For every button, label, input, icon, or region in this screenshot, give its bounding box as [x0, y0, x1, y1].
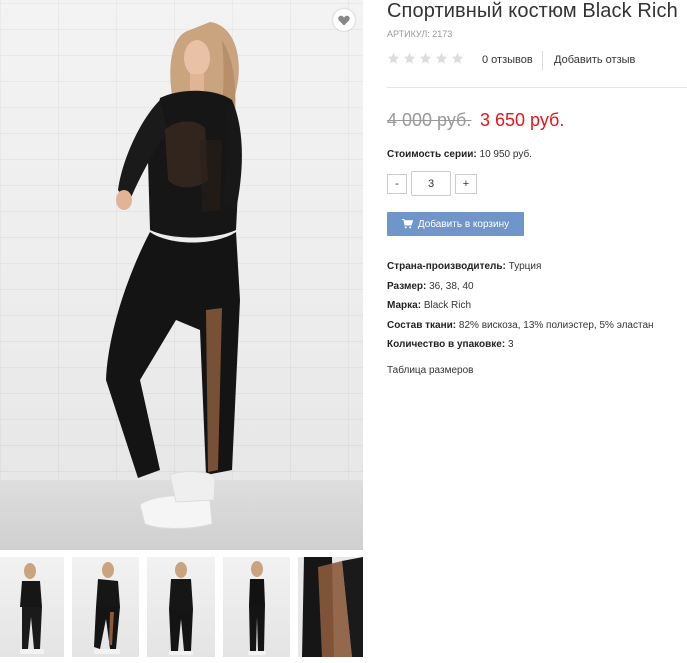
property-pack-quantity: Количество в упаковке: 3 — [387, 335, 654, 355]
property-value: 82% вискоза, 13% полиэстер, 5% эластан — [458, 319, 654, 331]
quantity-increase-button[interactable]: + — [455, 174, 477, 194]
series-cost: Стоимость серии: 10 950 руб. — [387, 149, 532, 160]
thumbnail-3[interactable] — [147, 557, 215, 657]
property-label: Количество в упаковке: — [387, 339, 506, 351]
current-price: 3 650 руб. — [480, 110, 565, 130]
thumbnail-5-image — [298, 557, 363, 657]
favorite-button[interactable] — [333, 9, 355, 31]
product-properties: Страна-производитель: Турция Размер: 36,… — [387, 257, 654, 355]
thumbnail-2-image — [94, 562, 120, 654]
property-value: 36, 38, 40 — [429, 280, 474, 292]
property-label: Марка: — [387, 300, 422, 312]
star-icon[interactable] — [435, 52, 448, 65]
star-icon[interactable] — [451, 52, 464, 65]
property-country: Страна-производитель: Турция — [387, 257, 654, 277]
heart-icon — [338, 15, 350, 25]
product-sku: АРТИКУЛ: 2173 — [387, 29, 453, 39]
property-label: Состав ткани: — [387, 319, 457, 331]
model-figure — [106, 22, 242, 529]
rating-divider — [542, 51, 543, 70]
quantity-decrease-button[interactable]: - — [387, 174, 407, 194]
property-value: Турция — [508, 261, 542, 272]
product-title: Спортивный костюм Black Rich — [387, 0, 678, 22]
property-value: 3 — [507, 339, 514, 351]
old-price: 4 000 руб. — [387, 110, 472, 130]
thumbnail-3-image — [169, 562, 193, 655]
add-to-cart-label: Добавить в корзину — [417, 218, 510, 230]
add-review-link[interactable]: Добавить отзыв — [554, 54, 635, 66]
thumbnail-1-image — [20, 563, 44, 654]
property-label: Страна-производитель: — [387, 261, 506, 272]
thumbnail-5[interactable] — [298, 557, 363, 657]
star-icon[interactable] — [387, 52, 400, 65]
property-brand: Марка: Black Rich — [387, 296, 654, 316]
thumbnail-4[interactable] — [223, 557, 290, 657]
star-icon[interactable] — [419, 52, 432, 65]
size-table-link[interactable]: Таблица размеров — [387, 365, 473, 376]
quantity-input[interactable] — [411, 171, 451, 196]
rating-stars[interactable] — [387, 52, 464, 65]
star-icon[interactable] — [403, 52, 416, 65]
add-to-cart-button[interactable]: Добавить в корзину — [387, 212, 524, 236]
property-label: Размер: — [387, 280, 427, 292]
thumbnail-2[interactable] — [72, 557, 139, 657]
thumbnail-4-image — [248, 561, 266, 655]
section-divider — [387, 87, 687, 88]
reviews-count[interactable]: 0 отзывов — [482, 54, 533, 66]
main-product-photo[interactable] — [0, 0, 363, 550]
property-fabric: Состав ткани: 82% вискоза, 13% полиэстер… — [387, 316, 654, 336]
series-cost-label: Стоимость серии: — [387, 149, 477, 160]
property-size: Размер: 36, 38, 40 — [387, 277, 654, 297]
thumbnail-1[interactable] — [0, 557, 64, 657]
cart-icon — [401, 219, 413, 229]
property-value: Black Rich — [423, 300, 472, 312]
series-cost-value: 10 950 руб. — [479, 149, 532, 160]
